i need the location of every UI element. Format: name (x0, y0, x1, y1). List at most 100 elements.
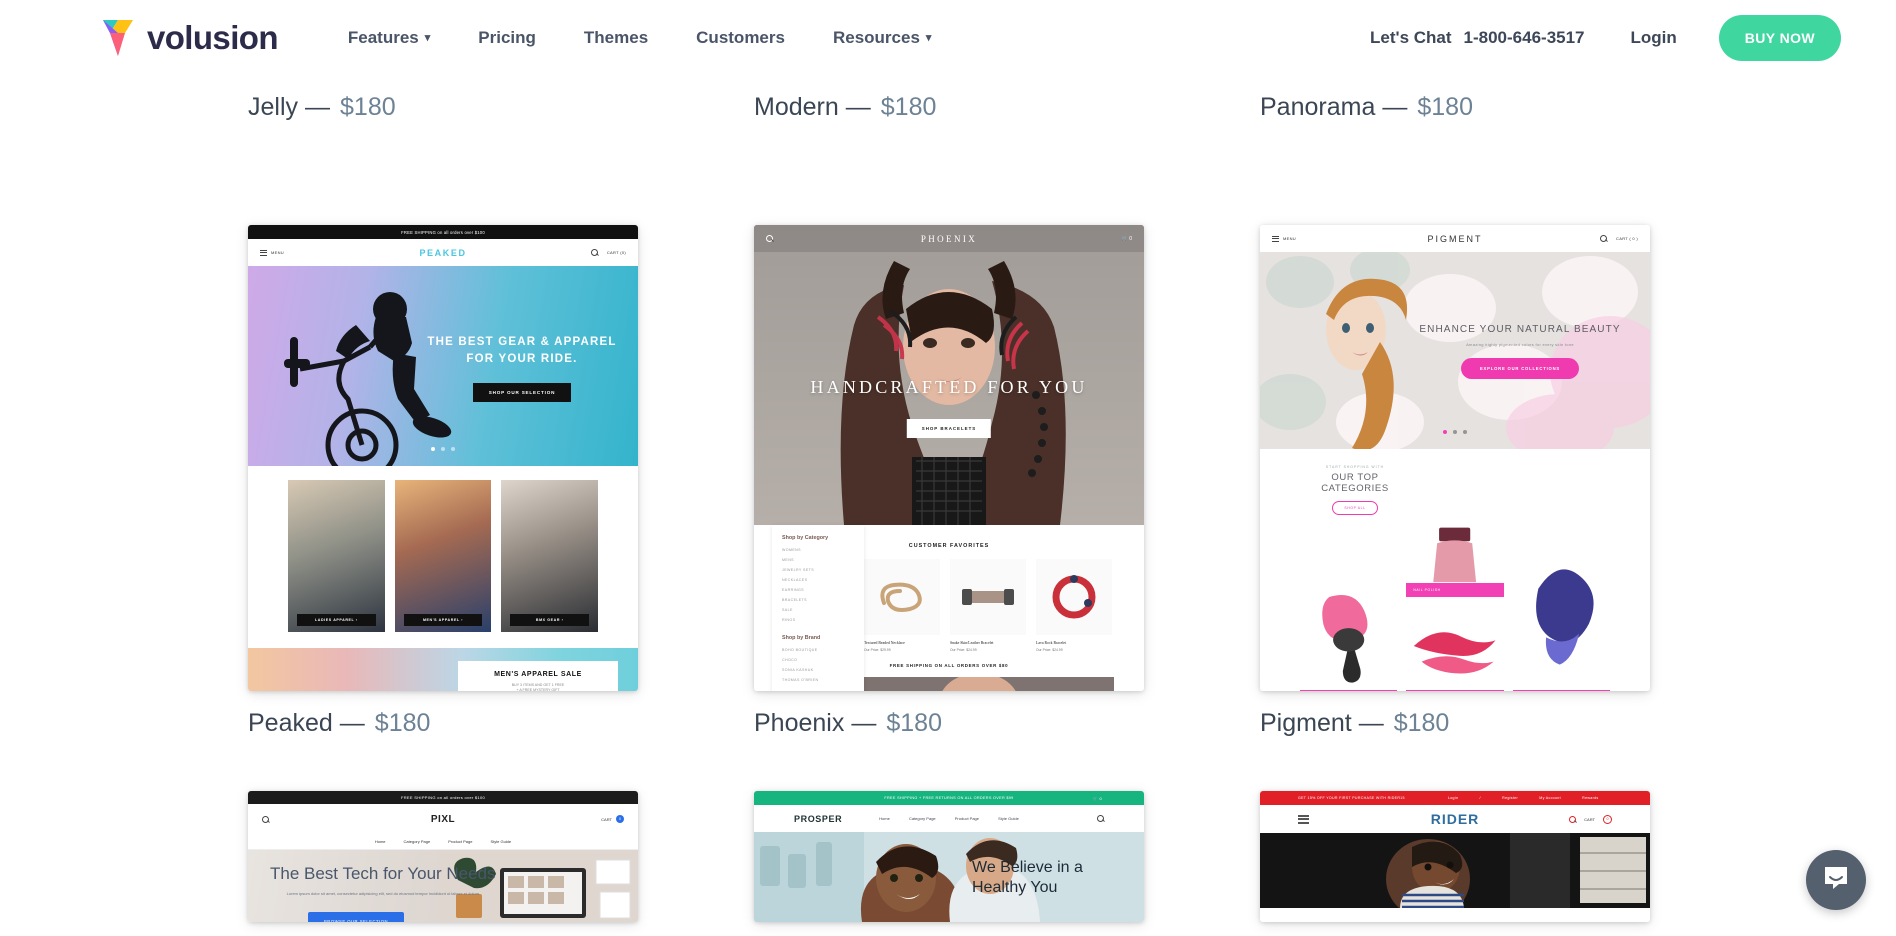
phoenix-cta-button[interactable]: SHOP BRACELETS (906, 419, 992, 438)
list-item[interactable]: BRACELETS (782, 598, 854, 602)
theme-thumbnail-pixl[interactable]: FREE SHIPPING on all orders over $100 PI… (248, 791, 638, 922)
theme-price: $180 (340, 93, 396, 121)
announcement-text: FREE SHIPPING on all orders over $100 (401, 229, 485, 235)
theme-thumbnail-peaked[interactable]: FREE SHIPPING on all orders over $100 ME… (248, 225, 638, 691)
list-item[interactable]: CHOCO (782, 658, 854, 662)
pigment-tile[interactable]: LIP COLOR (1406, 606, 1504, 691)
prosper-announcement-bar: FREE SHIPPING + FREE RETURNS ON ALL ORDE… (754, 791, 1144, 805)
peaked-category-card[interactable]: LADIES APPAREL › (288, 480, 385, 632)
theme-thumbnail-pigment[interactable]: MENU PIGMENT CART ( 0 ) ENHANCE YOUR NAT… (1260, 225, 1650, 691)
theme-title-jelly[interactable]: Jelly — $180 (248, 75, 638, 125)
theme-title-modern[interactable]: Modern — $180 (754, 75, 1144, 125)
nav-item-resources[interactable]: Resources ▾ (809, 28, 955, 48)
theme-thumbnail-phoenix[interactable]: PHOENIX 🛒 0 HANDCRAFTED FOR YOU SHOP BRA… (754, 225, 1144, 691)
nav-item-customers[interactable]: Customers (672, 28, 809, 48)
list-item[interactable]: WOMENS (782, 548, 854, 552)
nav-link[interactable]: Category Page (909, 816, 936, 821)
pigment-tile[interactable]: NAIL POLISH (1406, 521, 1504, 597)
theme-price: $180 (1417, 93, 1473, 121)
list-item[interactable]: JEWELRY SETS (782, 568, 854, 572)
list-item[interactable]: SONIA KASHUK (782, 668, 854, 672)
peaked-brand: PEAKED (419, 247, 467, 258)
top-link[interactable]: Login (1448, 796, 1458, 800)
product-card[interactable]: Textured Beaded Necklace Our Price: $29.… (864, 559, 940, 652)
nav-link[interactable]: Home (879, 816, 890, 821)
lets-chat-link[interactable]: Let's Chat (1370, 28, 1452, 48)
pigment-tile[interactable]: EYESHADOW (1512, 542, 1610, 691)
theme-title-peaked[interactable]: Peaked — $180 (248, 691, 638, 741)
top-link[interactable]: Rewards (1582, 796, 1598, 800)
search-icon[interactable] (1600, 235, 1608, 242)
pixl-announcement-bar: FREE SHIPPING on all orders over $100 (248, 791, 638, 804)
tile-image (1406, 521, 1504, 583)
nav-item-themes[interactable]: Themes (560, 28, 672, 48)
phoenix-brand-list: BOHO BOUTIQUE CHOCO SONIA KASHUK THOMAS … (782, 648, 854, 682)
peaked-cta-button[interactable]: SHOP OUR SELECTION (472, 383, 572, 403)
shop-by-brand-title: Shop by Brand (782, 635, 821, 641)
prosper-navbar: PROSPER Home Category Page Product Page … (754, 805, 1144, 832)
peaked-category-card[interactable]: MEN'S APPAREL › (394, 480, 492, 632)
peaked-sale-banner: MEN'S APPAREL SALE BUY 3 ITEMS AND GET 1… (248, 648, 638, 691)
tile-label: NAIL POLISH (1406, 583, 1504, 597)
intercom-chat-button[interactable] (1806, 850, 1866, 910)
phoenix-category-list: WOMENS MENS JEWELRY SETS NECKLACES EARRI… (782, 548, 854, 622)
theme-title-panorama[interactable]: Panorama — $180 (1260, 75, 1650, 125)
search-icon[interactable] (590, 249, 598, 256)
pixl-cta-button[interactable]: BROWSE OUR SELECTION (308, 912, 404, 922)
start-shopping-label: START SHOPPING WITH (1325, 465, 1385, 469)
list-item[interactable]: MENS (782, 558, 854, 562)
product-card[interactable]: Snake Skin/Leather Bracelet Our Price: $… (950, 559, 1026, 652)
top-link[interactable]: My Account (1539, 796, 1561, 800)
pigment-tile[interactable]: BRUSHES (1300, 578, 1398, 691)
search-icon[interactable] (1097, 815, 1104, 822)
nav-link[interactable]: Style Guide (998, 816, 1019, 821)
subnav-item[interactable]: Product Page (448, 839, 472, 844)
nav-item-pricing[interactable]: Pricing (454, 28, 560, 48)
list-item[interactable]: NECKLACES (782, 578, 854, 582)
nav-item-features[interactable]: Features ▾ (324, 28, 454, 48)
prosper-cart[interactable]: 🛒 0 (1093, 796, 1102, 801)
theme-name: Modern (754, 93, 839, 121)
headline-line-1: THE BEST GEAR & APPAREL (427, 336, 617, 348)
row-spacer (754, 125, 1144, 225)
theme-thumbnail-rider[interactable]: GET 15% OFF YOUR FIRST PURCHASE WITH RID… (1260, 791, 1650, 922)
pigment-cta-button[interactable]: EXPLORE OUR COLLECTIONS (1460, 358, 1580, 379)
shop-all-button[interactable]: SHOP ALL (1332, 501, 1378, 515)
list-item[interactable]: SALE (782, 608, 854, 612)
login-link[interactable]: Login (1631, 28, 1677, 48)
carousel-dots[interactable] (248, 438, 638, 456)
category-label: LADIES APPAREL › (297, 614, 376, 626)
phoenix-navbar: PHOENIX 🛒 0 (754, 225, 1144, 252)
theme-title-phoenix[interactable]: Phoenix — $180 (754, 691, 1144, 741)
search-icon[interactable] (1569, 815, 1577, 823)
theme-thumbnail-prosper[interactable]: FREE SHIPPING + FREE RETURNS ON ALL ORDE… (754, 791, 1144, 922)
subnav-item[interactable]: Style Guide (490, 839, 511, 844)
product-card[interactable]: Lava Rock Bracelet Our Price: $24.99 (1036, 559, 1112, 652)
phoenix-mini-site: PHOENIX 🛒 0 HANDCRAFTED FOR YOU SHOP BRA… (754, 225, 1144, 691)
list-item[interactable]: RINGS (782, 618, 854, 622)
logo[interactable]: volusion (100, 18, 278, 58)
announcement-text: FREE SHIPPING on all orders over $100 (400, 795, 486, 800)
theme-price: $180 (886, 709, 942, 737)
subnav-item[interactable]: Home (375, 839, 386, 844)
carousel-dots[interactable] (1260, 421, 1650, 439)
list-item[interactable]: BOHO BOUTIQUE (782, 648, 854, 652)
list-item[interactable]: EARRINGS (782, 588, 854, 592)
buy-now-button[interactable]: BUY NOW (1718, 14, 1841, 61)
theme-dash: — (305, 93, 331, 121)
phoenix-hero (754, 225, 1144, 525)
nav-link[interactable]: Product Page (955, 816, 979, 821)
sale-title: MEN'S APPAREL SALE (494, 671, 582, 678)
subnav-item[interactable]: Category Page (404, 839, 431, 844)
nav-label: Themes (583, 27, 649, 47)
list-item[interactable]: THOMAS O'BRIEN (782, 678, 854, 682)
theme-cell-rider: GET 15% OFF YOUR FIRST PURCHASE WITH RID… (1260, 791, 1650, 922)
pigment-categories-header: START SHOPPING WITH OUR TOP CATEGORIES S… (1300, 465, 1410, 515)
theme-title-pigment[interactable]: Pigment — $180 (1260, 691, 1650, 741)
nav-label: Features (347, 27, 419, 47)
phone-number-link[interactable]: 1-800-646-3517 (1464, 28, 1585, 48)
theme-dash: — (851, 709, 877, 737)
peaked-category-card[interactable]: BMX GEAR › (501, 480, 599, 632)
top-link[interactable]: Register (1502, 796, 1518, 800)
nav-label: Pricing (478, 27, 536, 47)
